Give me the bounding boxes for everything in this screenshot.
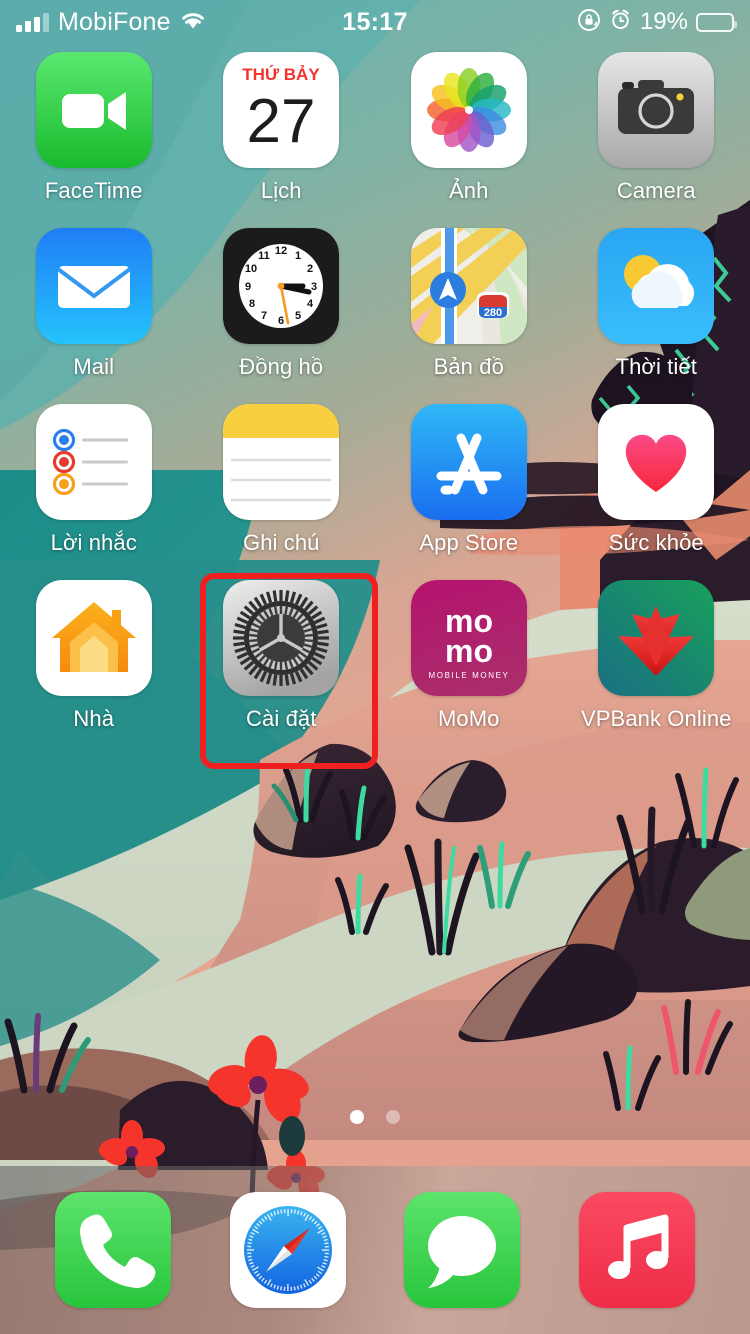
svg-text:1: 1 bbox=[295, 250, 301, 262]
app-camera[interactable]: Camera bbox=[563, 52, 750, 204]
calendar-icon[interactable]: THỨ BẢY 27 bbox=[223, 52, 340, 168]
app-settings[interactable]: Cài đặt bbox=[188, 580, 376, 732]
settings-gear-icon[interactable] bbox=[223, 580, 340, 696]
app-label-photos: Ảnh bbox=[449, 178, 489, 203]
home-icon[interactable] bbox=[35, 580, 152, 696]
app-calendar[interactable]: THỨ BẢY 27 Lịch bbox=[188, 52, 376, 204]
app-photos[interactable]: Ảnh bbox=[375, 52, 563, 204]
app-label-facetime: FaceTime bbox=[44, 178, 143, 203]
app-label-clock: Đồng hồ bbox=[239, 354, 324, 379]
app-vpbank[interactable]: VPBank Online bbox=[563, 580, 750, 732]
camera-icon[interactable] bbox=[598, 52, 715, 168]
page-dot-1[interactable] bbox=[350, 1110, 364, 1124]
messages-bubble-icon[interactable] bbox=[404, 1192, 521, 1308]
app-label-camera: Camera bbox=[616, 178, 696, 203]
svg-text:10: 10 bbox=[245, 263, 257, 275]
app-label-settings: Cài đặt bbox=[246, 706, 317, 731]
app-health[interactable]: Sức khỏe bbox=[563, 404, 750, 556]
app-label-appstore: App Store bbox=[419, 530, 519, 555]
weather-icon[interactable] bbox=[598, 228, 715, 344]
app-label-mail: Mail bbox=[73, 354, 115, 379]
app-weather[interactable]: Thời tiết bbox=[563, 228, 750, 380]
rotation-lock-icon bbox=[577, 8, 601, 37]
status-bar: MobiFone 15:17 19% bbox=[0, 0, 750, 44]
svg-text:11: 11 bbox=[258, 250, 270, 262]
health-icon[interactable] bbox=[598, 404, 715, 520]
app-home[interactable]: Nhà bbox=[0, 580, 188, 732]
svg-text:5: 5 bbox=[295, 310, 301, 322]
svg-text:7: 7 bbox=[261, 310, 267, 322]
app-label-home: Nhà bbox=[73, 706, 115, 731]
svg-text:4: 4 bbox=[307, 298, 314, 310]
app-clock[interactable]: 12 1 2 345 678 9 10 11 Đồng hồ bbox=[188, 228, 376, 380]
svg-text:mo: mo bbox=[445, 633, 493, 669]
svg-text:MOBILE MONEY: MOBILE MONEY bbox=[428, 671, 509, 680]
app-label-maps: Bản đồ bbox=[433, 354, 504, 379]
app-label-reminders: Lời nhắc bbox=[50, 530, 137, 555]
app-facetime[interactable]: FaceTime bbox=[0, 52, 188, 204]
phone-icon[interactable] bbox=[55, 1192, 172, 1308]
app-label-vpbank: VPBank Online bbox=[581, 706, 732, 731]
svg-text:3: 3 bbox=[311, 281, 317, 293]
svg-text:27: 27 bbox=[247, 87, 316, 156]
app-label-momo: MoMo bbox=[437, 706, 500, 731]
facetime-icon[interactable] bbox=[35, 52, 152, 168]
page-dots[interactable] bbox=[0, 1110, 750, 1124]
app-notes[interactable]: Ghi chú bbox=[188, 404, 376, 556]
svg-text:12: 12 bbox=[275, 245, 287, 257]
app-maps[interactable]: 280 Bản đồ bbox=[375, 228, 563, 380]
app-appstore[interactable]: App Store bbox=[375, 404, 563, 556]
maps-icon[interactable]: 280 bbox=[410, 228, 527, 344]
safari-compass-icon[interactable] bbox=[229, 1192, 346, 1308]
app-mail[interactable]: Mail bbox=[0, 228, 188, 380]
status-bar-right: 19% bbox=[577, 8, 737, 37]
mail-icon[interactable] bbox=[35, 228, 152, 344]
app-label-calendar: Lịch bbox=[260, 178, 302, 203]
app-label-health: Sức khỏe bbox=[608, 530, 704, 555]
app-momo[interactable]: mo mo MOBILE MONEY MoMo bbox=[375, 580, 563, 732]
clock-icon[interactable]: 12 1 2 345 678 9 10 11 bbox=[223, 228, 340, 344]
svg-text:THỨ BẢY: THỨ BẢY bbox=[243, 65, 321, 84]
app-label-weather: Thời tiết bbox=[615, 354, 697, 379]
dock bbox=[0, 1166, 750, 1334]
battery-percent-label: 19% bbox=[639, 8, 688, 35]
app-grid: FaceTime THỨ BẢY 27 Lịch Ảnh Camera Mail … bbox=[0, 52, 750, 732]
app-store-icon[interactable] bbox=[410, 404, 527, 520]
photos-icon[interactable] bbox=[410, 52, 527, 168]
music-note-icon[interactable] bbox=[578, 1192, 695, 1308]
reminders-icon[interactable] bbox=[35, 404, 152, 520]
battery-icon bbox=[696, 12, 737, 32]
momo-icon[interactable]: mo mo MOBILE MONEY bbox=[410, 580, 527, 696]
app-label-notes: Ghi chú bbox=[242, 530, 320, 555]
notes-icon[interactable] bbox=[223, 404, 340, 520]
svg-text:2: 2 bbox=[307, 263, 313, 275]
page-dot-2[interactable] bbox=[386, 1110, 400, 1124]
svg-text:9: 9 bbox=[245, 281, 251, 293]
alarm-clock-icon bbox=[609, 8, 632, 36]
svg-text:280: 280 bbox=[484, 307, 502, 319]
svg-text:6: 6 bbox=[278, 315, 284, 327]
svg-text:8: 8 bbox=[249, 298, 255, 310]
app-reminders[interactable]: Lời nhắc bbox=[0, 404, 188, 556]
vpbank-icon[interactable] bbox=[598, 580, 715, 696]
